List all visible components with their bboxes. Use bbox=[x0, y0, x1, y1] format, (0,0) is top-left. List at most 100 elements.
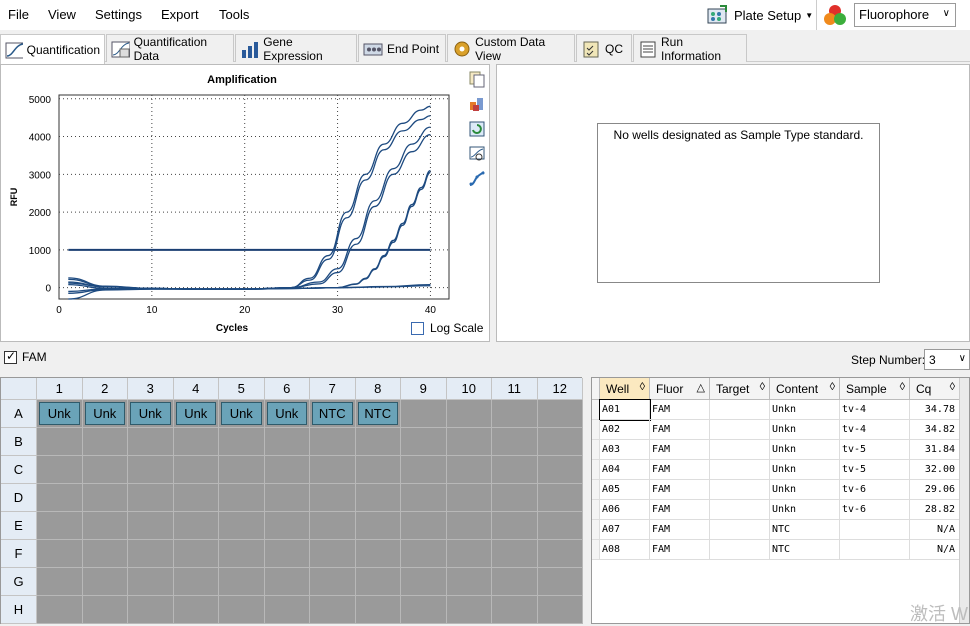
table-cell[interactable]: 32.00 bbox=[910, 460, 960, 480]
table-cell[interactable] bbox=[710, 520, 770, 540]
plate-well[interactable] bbox=[219, 484, 265, 512]
table-cell[interactable] bbox=[710, 540, 770, 560]
copy-icon[interactable] bbox=[467, 69, 487, 91]
plate-well[interactable] bbox=[37, 568, 83, 596]
plate-well[interactable] bbox=[310, 484, 356, 512]
plate-well[interactable] bbox=[173, 568, 219, 596]
fluor-colors-icon[interactable] bbox=[822, 3, 848, 27]
plate-well[interactable] bbox=[537, 512, 583, 540]
plate-well[interactable] bbox=[264, 456, 310, 484]
table-cell[interactable]: A04 bbox=[600, 460, 650, 480]
row-selector[interactable] bbox=[592, 400, 600, 420]
plate-well[interactable] bbox=[82, 484, 128, 512]
plate-well[interactable] bbox=[355, 568, 401, 596]
plate-well[interactable] bbox=[537, 428, 583, 456]
table-cell[interactable]: NTC bbox=[770, 520, 840, 540]
plate-well[interactable] bbox=[537, 484, 583, 512]
plate-well[interactable] bbox=[355, 512, 401, 540]
plate-well[interactable] bbox=[173, 512, 219, 540]
table-cell[interactable]: Unkn bbox=[770, 480, 840, 500]
row-selector[interactable] bbox=[592, 540, 600, 560]
plate-row-header[interactable]: H bbox=[1, 596, 37, 624]
plate-well[interactable] bbox=[82, 568, 128, 596]
column-header-content[interactable]: Content ◊ bbox=[770, 378, 840, 400]
plate-well[interactable] bbox=[310, 456, 356, 484]
plate-well[interactable] bbox=[492, 512, 538, 540]
refresh-icon[interactable] bbox=[467, 119, 487, 141]
menu-tools[interactable]: Tools bbox=[219, 7, 249, 22]
plate-well[interactable] bbox=[401, 540, 447, 568]
plate-well[interactable] bbox=[492, 568, 538, 596]
table-cell[interactable] bbox=[710, 480, 770, 500]
plate-well[interactable] bbox=[37, 456, 83, 484]
plate-well[interactable] bbox=[219, 596, 265, 624]
plate-well[interactable] bbox=[446, 568, 492, 596]
fluorophore-select[interactable]: Fluorophore ∨ bbox=[854, 3, 956, 27]
plate-well[interactable] bbox=[219, 568, 265, 596]
table-cell[interactable] bbox=[840, 520, 910, 540]
plate-well[interactable] bbox=[401, 428, 447, 456]
table-cell[interactable]: Unkn bbox=[770, 400, 840, 420]
menu-settings[interactable]: Settings bbox=[95, 7, 142, 22]
table-cell[interactable]: A06 bbox=[600, 500, 650, 520]
column-header-sample[interactable]: Sample ◊ bbox=[840, 378, 910, 400]
plate-row-header[interactable]: C bbox=[1, 456, 37, 484]
plate-well[interactable] bbox=[128, 568, 174, 596]
table-cell[interactable] bbox=[710, 420, 770, 440]
tab-gene-expression[interactable]: Gene Expression bbox=[235, 34, 357, 63]
plate-well[interactable] bbox=[264, 512, 310, 540]
plate-column-header[interactable]: 12 bbox=[537, 378, 583, 400]
plate-well[interactable] bbox=[128, 484, 174, 512]
plate-column-header[interactable]: 8 bbox=[355, 378, 401, 400]
table-cell[interactable]: FAM bbox=[650, 480, 710, 500]
plate-well[interactable] bbox=[264, 540, 310, 568]
plate-well[interactable] bbox=[82, 456, 128, 484]
row-selector[interactable] bbox=[592, 420, 600, 440]
plate-well[interactable]: Unk bbox=[264, 400, 310, 428]
table-cell[interactable]: tv-5 bbox=[840, 440, 910, 460]
plate-well[interactable] bbox=[82, 540, 128, 568]
plate-well[interactable] bbox=[537, 568, 583, 596]
row-selector[interactable] bbox=[592, 480, 600, 500]
table-cell[interactable]: A05 bbox=[600, 480, 650, 500]
plate-well[interactable] bbox=[492, 540, 538, 568]
tab-end-point[interactable]: End Point bbox=[358, 34, 446, 62]
plate-well[interactable] bbox=[173, 484, 219, 512]
table-cell[interactable]: FAM bbox=[650, 420, 710, 440]
vertical-scrollbar[interactable] bbox=[959, 378, 969, 623]
plate-well[interactable] bbox=[128, 540, 174, 568]
table-cell[interactable]: A03 bbox=[600, 440, 650, 460]
plate-column-header[interactable]: 2 bbox=[82, 378, 128, 400]
plate-well[interactable] bbox=[446, 596, 492, 624]
step-number-select[interactable]: 3 ∨ bbox=[924, 349, 970, 370]
table-cell[interactable]: 28.82 bbox=[910, 500, 960, 520]
table-cell[interactable]: FAM bbox=[650, 440, 710, 460]
plate-well[interactable] bbox=[446, 512, 492, 540]
plate-well[interactable] bbox=[537, 596, 583, 624]
tab-custom-data-view[interactable]: Custom Data View bbox=[447, 34, 575, 63]
plate-column-header[interactable]: 1 bbox=[37, 378, 83, 400]
plate-well[interactable] bbox=[401, 400, 447, 428]
plate-column-header[interactable]: 6 bbox=[264, 378, 310, 400]
menu-file[interactable]: File bbox=[8, 7, 29, 22]
plate-well[interactable] bbox=[264, 484, 310, 512]
table-cell[interactable]: 34.82 bbox=[910, 420, 960, 440]
plate-well[interactable] bbox=[492, 484, 538, 512]
plate-column-header[interactable]: 3 bbox=[128, 378, 174, 400]
plate-row-header[interactable]: A bbox=[1, 400, 37, 428]
table-cell[interactable]: tv-4 bbox=[840, 420, 910, 440]
plate-well[interactable] bbox=[401, 512, 447, 540]
plate-well[interactable] bbox=[264, 428, 310, 456]
tab-quantification-data[interactable]: Quantification Data bbox=[106, 34, 234, 63]
export-icon[interactable] bbox=[467, 94, 487, 116]
table-cell[interactable]: A08 bbox=[600, 540, 650, 560]
plate-well[interactable] bbox=[173, 540, 219, 568]
table-cell[interactable]: A01 bbox=[599, 399, 651, 421]
plate-well[interactable]: Unk bbox=[173, 400, 219, 428]
curve-icon[interactable] bbox=[467, 169, 487, 191]
plate-well[interactable] bbox=[446, 540, 492, 568]
table-cell[interactable]: tv-5 bbox=[840, 460, 910, 480]
plate-well[interactable] bbox=[37, 540, 83, 568]
amplification-chart[interactable]: 0 10 20 30 40 0 1000 2000 3000 4000 5000 Amplificat… bbox=[1, 65, 489, 341]
table-cell[interactable]: A02 bbox=[600, 420, 650, 440]
